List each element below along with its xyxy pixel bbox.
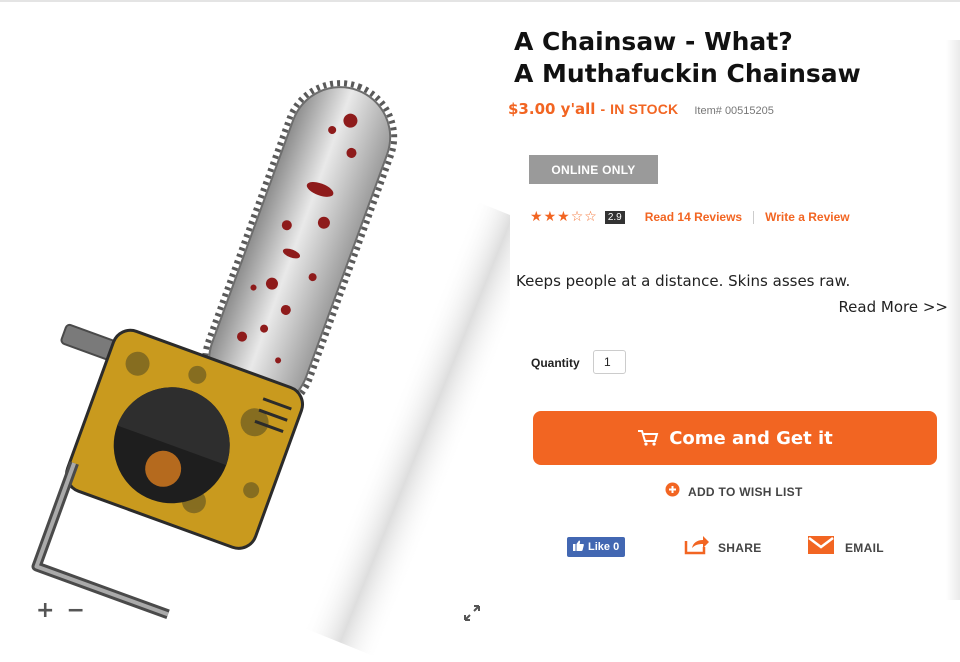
stock-status: IN STOCK [610,101,679,117]
zoom-controls: + − [36,600,85,622]
write-review-link[interactable]: Write a Review [765,210,849,224]
wishlist-label: ADD TO WISH LIST [688,485,803,499]
quantity-input[interactable] [593,350,626,374]
star-filled-icon: ★ [530,209,543,225]
facebook-like-button[interactable]: Like 0 [567,537,626,557]
add-to-wishlist-button[interactable]: ADD TO WISH LIST [665,482,803,502]
zoom-in-button[interactable]: + [36,600,54,622]
social-share-row: Like 0 SHARE EMAIL [567,535,897,563]
zoom-out-button[interactable]: − [66,600,84,622]
star-filled-icon: ★ [543,209,557,225]
read-more-link[interactable]: Read More >> [838,298,948,316]
add-to-cart-button[interactable]: Come and Get it [533,411,937,465]
expand-icon[interactable] [462,603,482,628]
star-empty-icon: ☆ [584,209,597,225]
cart-icon [637,429,659,447]
price-row: $3.00 y'all - IN STOCK Item# 00515205 [508,100,774,118]
edge-shadow [946,40,960,600]
divider [753,210,755,224]
rating-row: ★ ★ ★ ☆ ☆ 2.9 Read 14 Reviews Write a Re… [530,210,850,224]
share-icon [684,535,710,560]
plus-circle-icon [665,482,680,502]
like-label: Like 0 [588,541,620,553]
envelope-icon [807,535,835,560]
read-reviews-link[interactable]: Read 14 Reviews [645,210,742,224]
rating-score: 2.9 [604,210,625,224]
product-image-area: + − [0,0,510,662]
star-empty-icon: ☆ [570,209,584,225]
share-button[interactable]: SHARE [684,535,762,560]
star-filled-icon: ★ [557,209,570,225]
email-button[interactable]: EMAIL [807,535,884,560]
add-to-cart-label: Come and Get it [669,427,833,449]
thumbs-up-icon [573,540,584,554]
price-separator: - [600,101,606,117]
share-label: SHARE [718,540,762,555]
item-number: Item# 00515205 [694,105,774,117]
product-title: A Chainsaw - What? A Muthafuckin Chainsa… [514,26,954,90]
product-description: Keeps people at a distance. Skins asses … [516,272,851,290]
product-title-line2: A Muthafuckin Chainsaw [514,59,861,88]
online-only-badge: ONLINE ONLY [529,155,658,184]
product-title-line1: A Chainsaw - What? [514,27,793,56]
price: $3.00 y'all [508,100,596,118]
email-label: EMAIL [845,540,884,555]
quantity-label: Quantity [531,356,580,370]
product-image [31,80,510,658]
star-rating: ★ ★ ★ ☆ ☆ [530,210,597,224]
